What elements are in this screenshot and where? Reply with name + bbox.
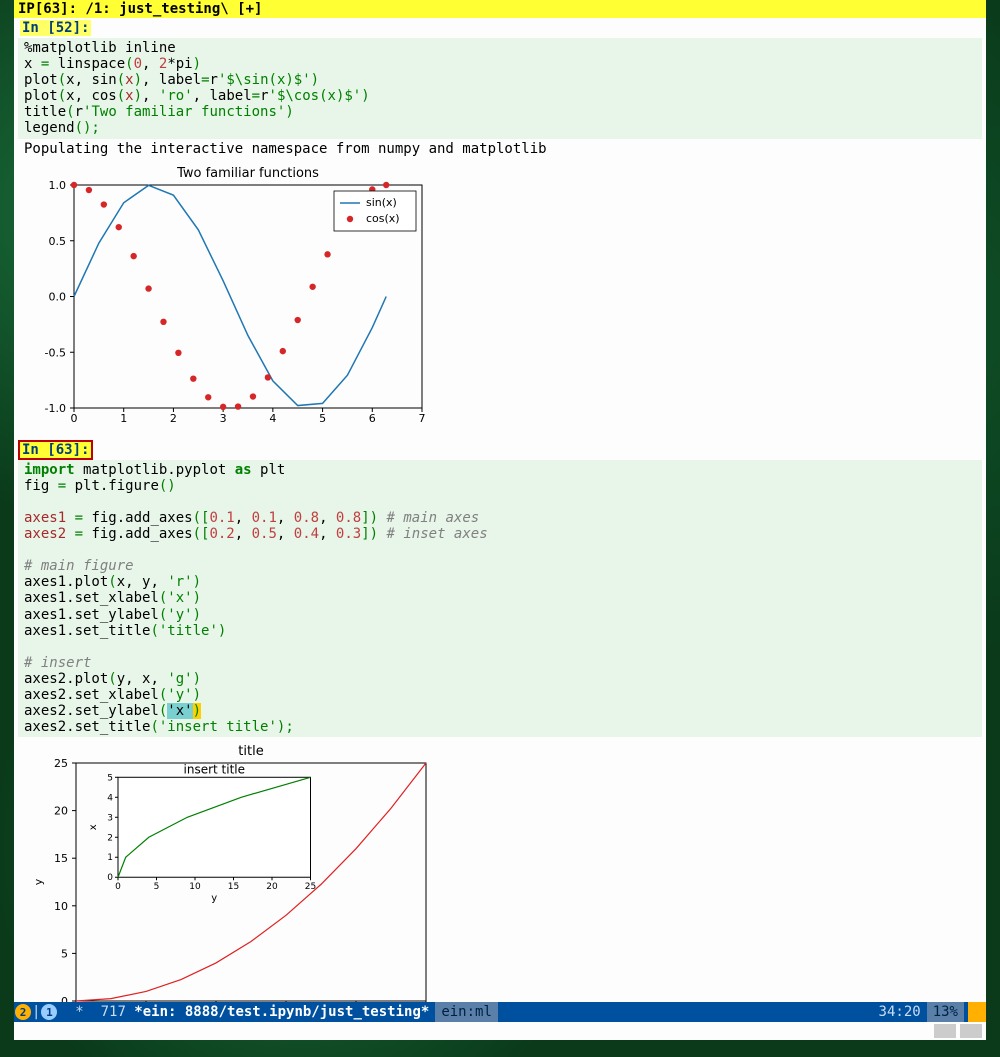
svg-text:1: 1	[107, 853, 113, 863]
svg-text:20: 20	[266, 882, 278, 892]
svg-text:15: 15	[228, 882, 239, 892]
code-line: axes2.set_title('insert title');	[24, 719, 294, 735]
svg-text:0.0: 0.0	[49, 290, 67, 303]
svg-text:y: y	[211, 893, 217, 904]
svg-text:x: x	[88, 824, 99, 830]
svg-text:5: 5	[154, 882, 160, 892]
modeline-mid: * 717	[58, 1004, 134, 1020]
editor-window: IP[63]: /1: just_testing\ [+] In [52]: %…	[14, 0, 986, 1025]
code-line: x = linspace(0, 2*pi)	[24, 56, 201, 72]
code-line: axes2 = fig.add_axes([0.2, 0.5, 0.4, 0.3…	[24, 526, 488, 542]
notebook-area[interactable]: In [52]: %matplotlib inline x = linspace…	[14, 18, 986, 1025]
svg-text:Two familiar functions: Two familiar functions	[176, 166, 319, 181]
code-line: import matplotlib.pyplot as plt	[24, 462, 285, 478]
modeline-indicator	[968, 1002, 986, 1022]
svg-text:sin(x): sin(x)	[366, 196, 397, 209]
svg-text:0: 0	[71, 412, 78, 425]
svg-text:25: 25	[305, 882, 316, 892]
code-line: axes2.plot(y, x, 'g')	[24, 671, 201, 687]
minibuffer[interactable]	[14, 1022, 986, 1040]
svg-text:6: 6	[369, 412, 376, 425]
code-line: axes1 = fig.add_axes([0.1, 0.1, 0.8, 0.8…	[24, 510, 479, 526]
svg-text:insert title: insert title	[184, 763, 246, 777]
svg-text:5: 5	[61, 948, 68, 961]
svg-text:25: 25	[54, 757, 68, 770]
svg-text:1: 1	[120, 412, 127, 425]
window-titlebar: IP[63]: /1: just_testing\ [+]	[14, 0, 986, 18]
svg-text:7: 7	[419, 412, 426, 425]
svg-text:-1.0: -1.0	[45, 402, 66, 415]
code-line: axes1.set_xlabel('x')	[24, 590, 201, 606]
modeline-cursor-pos: 34:20	[879, 1004, 921, 1020]
code-line: axes1.plot(x, y, 'r')	[24, 574, 201, 590]
modeline-badge-2: 1	[41, 1004, 57, 1020]
code-line: fig = plt.figure()	[24, 478, 176, 494]
svg-text:10: 10	[54, 900, 68, 913]
svg-text:0: 0	[115, 882, 121, 892]
svg-text:4: 4	[107, 794, 113, 804]
code-line: axes1.set_title('title')	[24, 623, 226, 639]
svg-text:4: 4	[269, 412, 276, 425]
svg-text:3: 3	[107, 814, 113, 824]
modeline: 2|1 * 717 *ein: 8888/test.ipynb/just_tes…	[14, 1002, 986, 1022]
svg-text:0.5: 0.5	[49, 234, 67, 247]
svg-text:2: 2	[107, 834, 113, 844]
modeline-major-mode: ein:ml	[435, 1002, 498, 1022]
svg-text:cos(x): cos(x)	[366, 212, 400, 225]
code-cell-52[interactable]: %matplotlib inline x = linspace(0, 2*pi)…	[18, 38, 982, 139]
cell-prompt-52[interactable]: In [52]:	[20, 20, 91, 36]
svg-text:y: y	[32, 879, 45, 886]
svg-text:3: 3	[220, 412, 227, 425]
code-line: # main figure	[24, 558, 134, 574]
modeline-badge-1: 2	[15, 1004, 31, 1020]
pad-icon	[960, 1024, 982, 1038]
svg-text:1.0: 1.0	[49, 179, 67, 192]
modeline-scroll-pct: 13%	[927, 1002, 964, 1022]
svg-text:15: 15	[54, 852, 68, 865]
pad-icon	[934, 1024, 956, 1038]
chart-title-with-inset: title0123450510152025xyinsert title05101…	[28, 743, 986, 1025]
svg-text:5: 5	[107, 774, 113, 784]
code-cell-63[interactable]: import matplotlib.pyplot as plt fig = pl…	[18, 460, 982, 738]
code-line: legend();	[24, 120, 100, 136]
code-line: # insert	[24, 655, 91, 671]
chart-two-familiar-functions: Two familiar functions 0 1 2 3 4 5 6 7 -1.0 -0.5 0.…	[28, 165, 986, 434]
modeline-buffer-name: *ein: 8888/test.ipynb/just_testing*	[134, 1004, 429, 1020]
code-line: axes1.set_ylabel('y')	[24, 607, 201, 623]
code-line: %matplotlib inline	[24, 40, 176, 56]
code-line: axes2.set_xlabel('y')	[24, 687, 201, 703]
code-line: plot(x, cos(x), 'ro', label=r'$\cos(x)$'…	[24, 88, 370, 104]
svg-text:10: 10	[189, 882, 201, 892]
cell-52-stdout: Populating the interactive namespace fro…	[18, 139, 982, 159]
svg-text:2: 2	[170, 412, 177, 425]
svg-text:0: 0	[107, 873, 113, 883]
code-line: axes2.set_ylabel('x')	[24, 703, 201, 719]
svg-text:5: 5	[319, 412, 326, 425]
svg-text:-0.5: -0.5	[45, 346, 66, 359]
svg-text:title: title	[238, 744, 263, 759]
code-line: plot(x, sin(x), label=r'$\sin(x)$')	[24, 72, 319, 88]
cell-prompt-63[interactable]: In [63]:	[20, 442, 91, 458]
svg-text:20: 20	[54, 805, 68, 818]
code-line: title(r'Two familiar functions')	[24, 104, 294, 120]
